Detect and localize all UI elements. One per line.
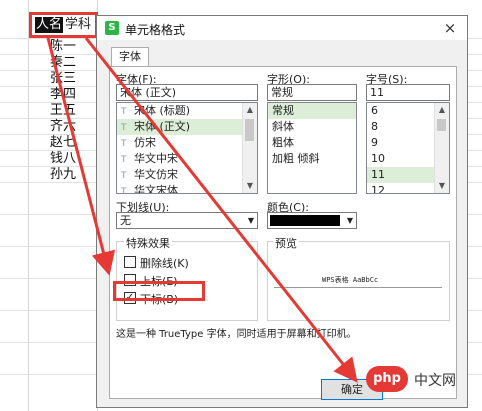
wps-s-icon: S [105, 21, 119, 35]
font-list-item[interactable]: T 宋体 (标题) [117, 103, 257, 119]
preview-baseline [274, 287, 442, 288]
strikethrough-label[interactable]: 删除线(K) [140, 255, 189, 271]
name-cell[interactable]: 王五 [50, 103, 76, 119]
font-list-item[interactable]: T 宋体 (正文) [117, 119, 257, 135]
color-select[interactable]: ▼ [267, 212, 357, 229]
chevron-down-icon[interactable]: ▼ [248, 213, 254, 228]
name-cell[interactable]: 钱八 [50, 151, 76, 167]
style-list-item[interactable]: 粗体 [268, 135, 356, 151]
tab-font[interactable]: 字体 [111, 47, 149, 67]
annotation-subscript-box [113, 281, 205, 301]
font-list-item[interactable]: T 华文仿宋 [117, 167, 257, 183]
scroll-down-icon[interactable]: ▼ [435, 179, 449, 193]
truetype-icon: T [121, 123, 127, 133]
truetype-icon: T [121, 107, 127, 117]
name-cell[interactable]: 赵七 [50, 135, 76, 151]
style-list[interactable]: 常规 斜体 粗体 加粗 倾斜 [267, 102, 357, 194]
size-list[interactable]: 6 8 9 10 11 12 ▲ ▼ [366, 102, 450, 194]
preview-title: 预览 [273, 235, 299, 251]
font-list[interactable]: T 宋体 (标题) T 宋体 (正文) T 仿宋 T 华文中宋 T 华文仿宋 T 华文宋体 … [116, 102, 258, 194]
name-cell[interactable]: 秦二 [50, 55, 76, 71]
truetype-icon: T [121, 187, 127, 194]
watermark: php 中文网 [366, 366, 476, 394]
name-cell[interactable]: 李四 [50, 87, 76, 103]
font-hint: 这是一种 TrueType 字体，同时适用于屏幕和打印机。 [116, 329, 357, 340]
font-list-item[interactable]: T 华文宋体 [117, 183, 257, 194]
truetype-icon: T [121, 171, 127, 181]
size-input[interactable]: 11 [366, 84, 450, 101]
name-cell[interactable]: 齐六 [50, 119, 76, 135]
strikethrough-checkbox[interactable] [124, 256, 136, 268]
underline-select[interactable]: 无 ▼ [116, 212, 258, 229]
dialog-titlebar[interactable]: S 单元格格式 × [97, 16, 467, 40]
name-cell[interactable]: 张三 [50, 71, 76, 87]
dialog-title: 单元格格式 [125, 23, 186, 37]
scroll-down-icon[interactable]: ▼ [243, 179, 257, 193]
chevron-down-icon[interactable]: ▼ [347, 213, 353, 228]
font-list-item[interactable]: T 仿宋 [117, 135, 257, 151]
font-input[interactable]: 宋体 (正文) [116, 84, 258, 101]
style-input[interactable]: 常规 [267, 84, 357, 101]
scroll-up-icon[interactable]: ▲ [435, 103, 449, 117]
font-list-item[interactable]: T 华文中宋 [117, 151, 257, 167]
name-cell[interactable]: 孙九 [50, 167, 76, 183]
color-swatch [270, 215, 340, 226]
scroll-thumb[interactable] [437, 119, 446, 131]
style-list-item[interactable]: 斜体 [268, 119, 356, 135]
style-list-item[interactable]: 加粗 倾斜 [268, 151, 356, 167]
annotation-header-box [29, 12, 98, 38]
style-list-item[interactable]: 常规 [268, 103, 356, 119]
column-divider [28, 0, 29, 411]
size-list-scrollbar[interactable]: ▲ ▼ [434, 103, 449, 193]
scroll-up-icon[interactable]: ▲ [243, 103, 257, 117]
watermark-text: 中文网 [414, 373, 456, 389]
underline-value: 无 [120, 214, 131, 227]
php-logo: php [366, 366, 408, 392]
effects-title: 特殊效果 [124, 235, 172, 251]
preview-sample: WPS表格 AaBbCc [322, 276, 379, 284]
close-icon[interactable]: × [437, 18, 463, 38]
font-tab-panel: 字体(F): 宋体 (正文) T 宋体 (标题) T 宋体 (正文) T 仿宋 T 华文… [109, 66, 457, 399]
scroll-thumb[interactable] [245, 119, 254, 141]
format-cells-dialog: S 单元格格式 × 字体 字体(F): 宋体 (正文) T 宋体 (标题) T 宋体… [96, 15, 468, 408]
font-list-scrollbar[interactable]: ▲ ▼ [242, 103, 257, 193]
truetype-icon: T [121, 155, 127, 165]
name-cell[interactable]: 陈一 [50, 39, 76, 55]
truetype-icon: T [121, 139, 127, 149]
